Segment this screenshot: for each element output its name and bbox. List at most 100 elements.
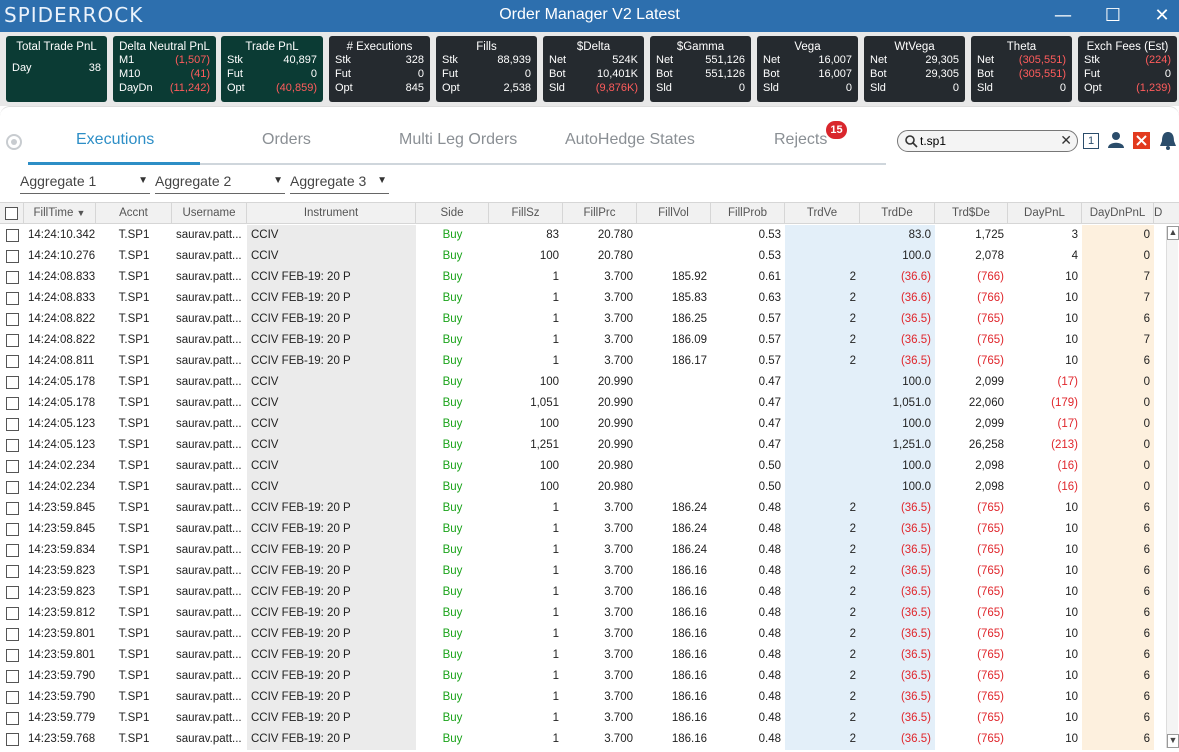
col-header-trdde[interactable]: TrdDe: [860, 203, 935, 223]
cell-username: saurav.patt...: [176, 439, 242, 451]
table-row[interactable]: 14:24:02.234 T.SP1 saurav.patt... CCIV Buy 10…: [0, 456, 1179, 477]
cell-fillsz: 100: [539, 460, 559, 472]
aggregate-2-select[interactable]: Aggregate 2 ▼: [155, 172, 285, 194]
stat-gamma: $Gamma Net 551,126 Bot 551,126 Sld 0: [650, 36, 751, 102]
table-row[interactable]: 14:23:59.801 T.SP1 saurav.patt... CCIV FEB-…: [0, 645, 1179, 666]
select-all-checkbox[interactable]: [0, 203, 24, 223]
row-checkbox[interactable]: [0, 393, 24, 414]
scroll-down-icon[interactable]: ▼: [1167, 734, 1179, 748]
stat-value: 16,007: [818, 68, 852, 80]
table-row[interactable]: 14:24:05.123 T.SP1 saurav.patt... CCIV Buy 1,…: [0, 435, 1179, 456]
cell-trdde: (36.5): [860, 309, 935, 330]
table-row[interactable]: 14:23:59.845 T.SP1 saurav.patt... CCIV FEB-…: [0, 519, 1179, 540]
col-header-instrument[interactable]: Instrument: [247, 203, 416, 223]
row-checkbox[interactable]: [0, 540, 24, 561]
tab-multi-leg-orders[interactable]: Multi Leg Orders: [399, 131, 517, 149]
row-checkbox[interactable]: [0, 645, 24, 666]
col-header-trdve[interactable]: TrdVe: [785, 203, 860, 223]
table-row[interactable]: 14:23:59.790 T.SP1 saurav.patt... CCIV FEB-…: [0, 687, 1179, 708]
one-button[interactable]: 1: [1083, 133, 1099, 149]
col-header-side[interactable]: Side: [416, 203, 489, 223]
col-header-fillprc[interactable]: FillPrc: [563, 203, 637, 223]
row-checkbox[interactable]: [0, 435, 24, 456]
table-row[interactable]: 14:23:59.790 T.SP1 saurav.patt... CCIV FEB-…: [0, 666, 1179, 687]
table-row[interactable]: 14:24:10.342 T.SP1 saurav.patt... CCIV Buy 83…: [0, 225, 1179, 246]
row-checkbox[interactable]: [0, 267, 24, 288]
table-row[interactable]: 14:24:05.123 T.SP1 saurav.patt... CCIV Buy 10…: [0, 414, 1179, 435]
row-checkbox[interactable]: [0, 519, 24, 540]
row-checkbox[interactable]: [0, 414, 24, 435]
row-checkbox[interactable]: [0, 330, 24, 351]
vertical-scrollbar[interactable]: ▲ ▼: [1166, 226, 1179, 748]
row-checkbox[interactable]: [0, 687, 24, 708]
table-row[interactable]: 14:23:59.812 T.SP1 saurav.patt... CCIV FEB-…: [0, 603, 1179, 624]
table-row[interactable]: 14:23:59.845 T.SP1 saurav.patt... CCIV FEB-…: [0, 498, 1179, 519]
tab-rejects[interactable]: Rejects: [774, 131, 827, 149]
row-checkbox[interactable]: [0, 225, 24, 246]
table-row[interactable]: 14:24:08.833 T.SP1 saurav.patt... CCIV FEB-…: [0, 288, 1179, 309]
user-icon[interactable]: [1107, 131, 1125, 149]
table-row[interactable]: 14:23:59.823 T.SP1 saurav.patt... CCIV FEB-…: [0, 561, 1179, 582]
col-header-fillsz[interactable]: FillSz: [489, 203, 563, 223]
scroll-up-icon[interactable]: ▲: [1167, 226, 1179, 240]
table-row[interactable]: 14:24:08.833 T.SP1 saurav.patt... CCIV FEB-…: [0, 267, 1179, 288]
cell-fillprc: 3.700: [604, 586, 633, 598]
cell-daydnpnl: 6: [1082, 645, 1154, 666]
row-checkbox[interactable]: [0, 477, 24, 498]
table-row[interactable]: 14:23:59.779 T.SP1 saurav.patt... CCIV FEB-…: [0, 708, 1179, 729]
search-input[interactable]: [920, 133, 1060, 149]
table-row[interactable]: 14:24:08.822 T.SP1 saurav.patt... CCIV FEB-…: [0, 309, 1179, 330]
row-checkbox[interactable]: [0, 288, 24, 309]
table-row[interactable]: 14:23:59.768 T.SP1 saurav.patt... CCIV FEB-…: [0, 729, 1179, 750]
col-header-extra[interactable]: D: [1154, 203, 1172, 223]
table-row[interactable]: 14:24:08.822 T.SP1 saurav.patt... CCIV FEB-…: [0, 330, 1179, 351]
row-checkbox[interactable]: [0, 561, 24, 582]
minimize-button[interactable]: —: [1048, 2, 1078, 30]
refresh-icon[interactable]: [5, 133, 23, 151]
maximize-button[interactable]: ☐: [1098, 2, 1128, 30]
row-checkbox[interactable]: [0, 351, 24, 372]
col-header-username[interactable]: Username: [172, 203, 247, 223]
tab-autohedge-states[interactable]: AutoHedge States: [565, 131, 695, 149]
table-row[interactable]: 14:23:59.801 T.SP1 saurav.patt... CCIV FEB-…: [0, 624, 1179, 645]
row-checkbox[interactable]: [0, 246, 24, 267]
row-checkbox[interactable]: [0, 729, 24, 750]
row-checkbox[interactable]: [0, 708, 24, 729]
table-row[interactable]: 14:23:59.834 T.SP1 saurav.patt... CCIV FEB-…: [0, 540, 1179, 561]
row-checkbox[interactable]: [0, 582, 24, 603]
col-header-fillprob[interactable]: FillProb: [711, 203, 785, 223]
row-checkbox[interactable]: [0, 666, 24, 687]
tab-orders[interactable]: Orders: [262, 131, 311, 149]
table-row[interactable]: 14:24:05.178 T.SP1 saurav.patt... CCIV Buy 1,…: [0, 393, 1179, 414]
cell-fillprc: 20.990: [597, 418, 633, 430]
col-header-daypnl[interactable]: DayPnL: [1008, 203, 1082, 223]
tab-executions[interactable]: Executions: [76, 131, 154, 149]
table-row[interactable]: 14:24:08.811 T.SP1 saurav.patt... CCIV FEB-…: [0, 351, 1179, 372]
cell-fillprob: 0.61: [758, 271, 781, 283]
search-box[interactable]: ✕: [897, 130, 1078, 152]
close-button[interactable]: ✕: [1147, 2, 1177, 30]
col-header-daydnpnl[interactable]: DayDnPnL: [1082, 203, 1154, 223]
row-checkbox[interactable]: [0, 603, 24, 624]
col-header-accnt[interactable]: Accnt: [96, 203, 172, 223]
row-checkbox[interactable]: [0, 309, 24, 330]
row-checkbox[interactable]: [0, 624, 24, 645]
table-row[interactable]: 14:24:02.234 T.SP1 saurav.patt... CCIV Buy 10…: [0, 477, 1179, 498]
table-row[interactable]: 14:24:10.276 T.SP1 saurav.patt... CCIV Buy 10…: [0, 246, 1179, 267]
aggregate-3-select[interactable]: Aggregate 3 ▼: [290, 172, 389, 194]
row-checkbox[interactable]: [0, 498, 24, 519]
aggregate-1-select[interactable]: Aggregate 1 ▼: [20, 172, 150, 194]
col-header-fillvol[interactable]: FillVol: [637, 203, 711, 223]
col-header-filltime[interactable]: FillTime ▼: [24, 203, 96, 223]
col-header-trd-sde[interactable]: Trd$De: [935, 203, 1008, 223]
table-row[interactable]: 14:23:59.823 T.SP1 saurav.patt... CCIV FEB-…: [0, 582, 1179, 603]
table-row[interactable]: 14:24:05.178 T.SP1 saurav.patt... CCIV Buy 10…: [0, 372, 1179, 393]
row-checkbox[interactable]: [0, 456, 24, 477]
bell-icon[interactable]: [1158, 131, 1178, 151]
cell-fillvol: 186.16: [671, 733, 707, 745]
cancel-all-icon[interactable]: [1133, 132, 1150, 149]
clear-search-icon[interactable]: ✕: [1060, 132, 1072, 149]
cell-trdve: 2: [785, 498, 860, 519]
cell-instrument: CCIV FEB-19: 20 P: [247, 561, 416, 582]
row-checkbox[interactable]: [0, 372, 24, 393]
